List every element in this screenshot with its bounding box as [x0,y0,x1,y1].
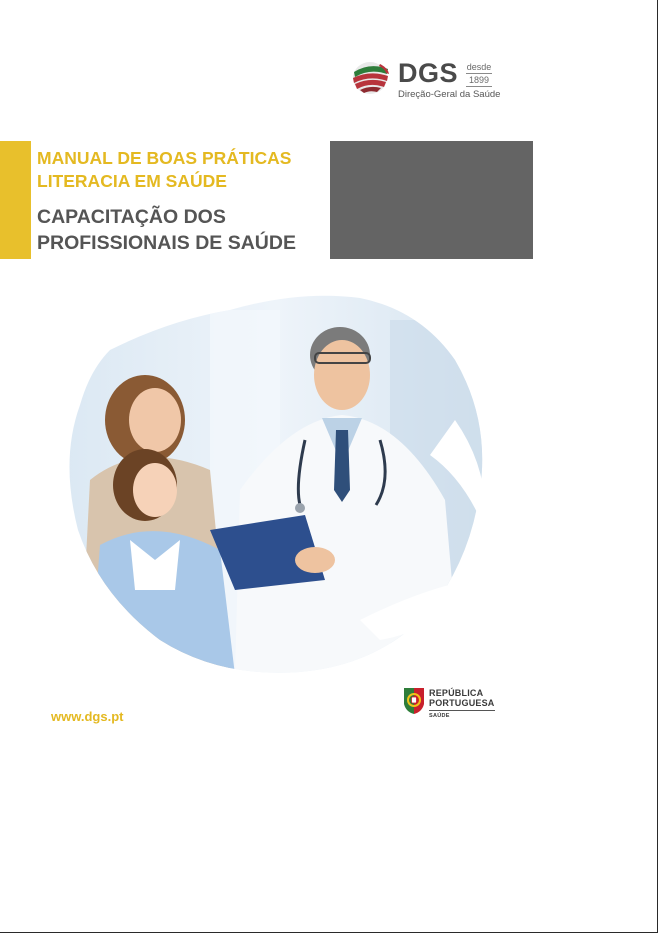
department-label: SAÚDE [429,713,450,719]
portuguesa-text: PORTUGUESA [429,698,495,708]
dgs-since: desde 1899 [466,62,492,88]
portuguese-flag-emblem-icon [404,688,424,714]
republica-portuguesa-text: REPÚBLICA PORTUGUESA [429,688,495,708]
document-page: DGS desde 1899 Direção-Geral da Saúde MA… [0,0,658,933]
republica-text: REPÚBLICA [429,688,484,698]
document-title: CAPACITAÇÃO DOS PROFISSIONAIS DE SAÚDE [37,206,296,254]
title-accent-bar [0,141,31,259]
dgs-logo: DGS desde 1899 Direção-Geral da Saúde [352,58,501,102]
dgs-subtitle: Direção-Geral da Saúde [398,89,501,100]
dgs-emblem-icon [353,62,389,94]
website-link[interactable]: www.dgs.pt [51,709,123,724]
dgs-since-year: 1899 [468,75,490,85]
dgs-wordmark: DGS [398,58,459,88]
republica-portuguesa-logo: REPÚBLICA PORTUGUESA SAÚDE [403,686,513,726]
logo-divider [429,710,495,711]
title-grey-block [330,141,533,259]
series-title: MANUAL DE BOAS PRÁTICAS LITERACIA EM SAÚ… [37,148,292,191]
dgs-since-label: desde [466,62,492,72]
doctor-family-photo [60,295,486,673]
